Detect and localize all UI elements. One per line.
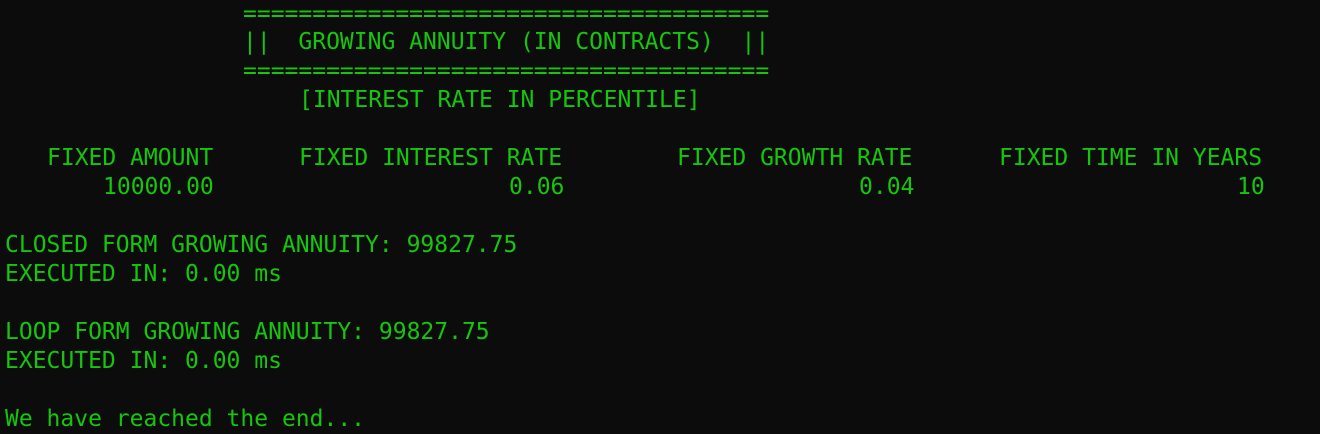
closed-form-result: CLOSED FORM GROWING ANNUITY: 99827.75 [5,232,518,258]
header-fixed-amount: FIXED AMOUNT [47,145,214,171]
value-fixed-time-in-years: 10 [1237,174,1265,200]
terminal-window: ====================================== |… [5,0,1315,433]
closed-form-execution-time: EXECUTED IN: 0.00 ms [5,261,282,287]
value-fixed-interest-rate: 0.06 [509,174,565,200]
value-fixed-growth-rate: 0.04 [859,174,915,200]
value-fixed-amount: 10000.00 [103,174,214,200]
banner-border-bottom: ====================================== [243,58,770,84]
banner-subtitle: [INTEREST RATE IN PERCENTILE] [299,87,701,113]
header-fixed-growth-rate: FIXED GROWTH RATE [677,145,913,171]
loop-form-result: LOOP FORM GROWING ANNUITY: 99827.75 [5,319,490,345]
banner-border-top: ====================================== [243,1,770,27]
banner-title: || GROWING ANNUITY (IN CONTRACTS) || [243,29,770,55]
loop-form-execution-time: EXECUTED IN: 0.00 ms [5,348,282,374]
header-fixed-time-in-years: FIXED TIME IN YEARS [999,145,1263,171]
end-message: We have reached the end... [5,406,366,432]
header-fixed-interest-rate: FIXED INTEREST RATE [299,145,563,171]
